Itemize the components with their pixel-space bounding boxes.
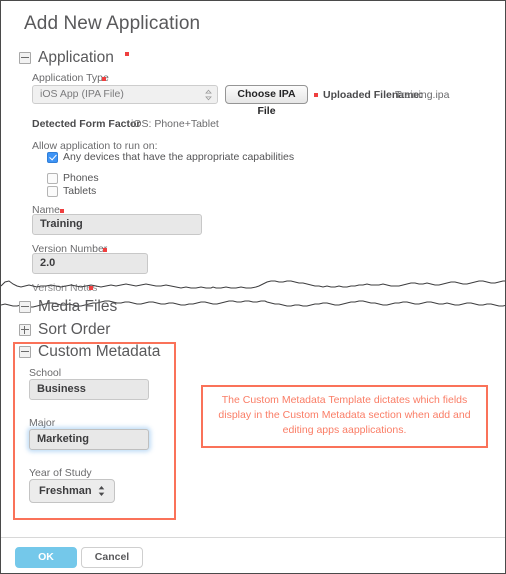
year-of-study-select[interactable]: Freshman bbox=[29, 479, 115, 503]
checkbox-row-phones[interactable]: Phones bbox=[47, 172, 99, 184]
section-header-media-files[interactable]: Media Files bbox=[19, 298, 117, 316]
uploaded-filename-value: Training.ipa bbox=[395, 89, 450, 101]
cancel-button[interactable]: Cancel bbox=[81, 547, 143, 568]
footer-divider bbox=[1, 537, 505, 538]
ok-button[interactable]: OK bbox=[15, 547, 77, 568]
checkbox-phones[interactable] bbox=[47, 172, 58, 184]
detected-form-factor-value: iOS: Phone+Tablet bbox=[131, 118, 219, 130]
year-of-study-label: Year of Study bbox=[29, 467, 92, 479]
year-of-study-value: Freshman bbox=[39, 485, 92, 497]
major-label: Major bbox=[29, 417, 56, 429]
collapse-toggle-application-icon[interactable] bbox=[19, 52, 31, 64]
checkbox-row-tablets[interactable]: Tablets bbox=[47, 185, 96, 197]
required-indicator-name-icon bbox=[60, 209, 64, 213]
custom-metadata-callout: The Custom Metadata Template dictates wh… bbox=[201, 385, 488, 448]
application-type-label: Application Type bbox=[32, 72, 109, 84]
school-label: School bbox=[29, 367, 62, 379]
required-indicator-version-icon bbox=[103, 248, 107, 252]
choose-ipa-file-button[interactable]: Choose IPA File bbox=[225, 85, 308, 117]
checkbox-tablets[interactable] bbox=[47, 185, 58, 197]
add-new-application-dialog: Add New Application Application Applicat… bbox=[0, 0, 506, 574]
required-indicator-icon bbox=[124, 52, 129, 56]
section-label-application: Application bbox=[38, 49, 114, 66]
page-title: Add New Application bbox=[24, 13, 201, 34]
application-type-select[interactable]: iOS App (IPA File) bbox=[32, 85, 218, 104]
required-indicator-app-type-icon bbox=[102, 77, 106, 81]
name-input[interactable]: Training bbox=[32, 214, 202, 235]
section-label-media-files: Media Files bbox=[38, 298, 118, 315]
section-header-sort-order[interactable]: Sort Order bbox=[19, 321, 110, 339]
checkbox-any-devices[interactable] bbox=[47, 151, 58, 163]
school-input[interactable]: Business bbox=[29, 379, 149, 400]
required-indicator-version-notes-icon bbox=[89, 286, 93, 290]
section-label-custom-metadata: Custom Metadata bbox=[38, 343, 161, 360]
chevron-up-down-icon bbox=[98, 486, 105, 496]
expand-toggle-sort-order-icon[interactable] bbox=[19, 324, 31, 336]
section-header-application[interactable]: Application bbox=[19, 49, 129, 67]
major-input[interactable]: Marketing bbox=[29, 429, 149, 450]
detected-form-factor-label: Detected Form Factor bbox=[32, 118, 141, 130]
section-label-sort-order: Sort Order bbox=[38, 321, 111, 338]
checkbox-row-any-devices[interactable]: Any devices that have the appropriate ca… bbox=[47, 151, 294, 163]
chevron-up-down-icon bbox=[205, 89, 212, 100]
version-number-input[interactable]: 2.0 bbox=[32, 253, 148, 274]
version-notes-label: Version Notes bbox=[32, 282, 98, 294]
collapse-toggle-custom-metadata-icon[interactable] bbox=[19, 346, 31, 358]
application-type-value: iOS App (IPA File) bbox=[40, 88, 124, 100]
collapse-toggle-media-files-icon[interactable] bbox=[19, 301, 31, 313]
checkbox-any-devices-label: Any devices that have the appropriate ca… bbox=[63, 151, 295, 163]
checkbox-tablets-label: Tablets bbox=[63, 185, 97, 197]
required-indicator-file-icon bbox=[314, 93, 318, 97]
section-header-custom-metadata[interactable]: Custom Metadata bbox=[19, 343, 160, 361]
checkbox-phones-label: Phones bbox=[63, 172, 99, 184]
